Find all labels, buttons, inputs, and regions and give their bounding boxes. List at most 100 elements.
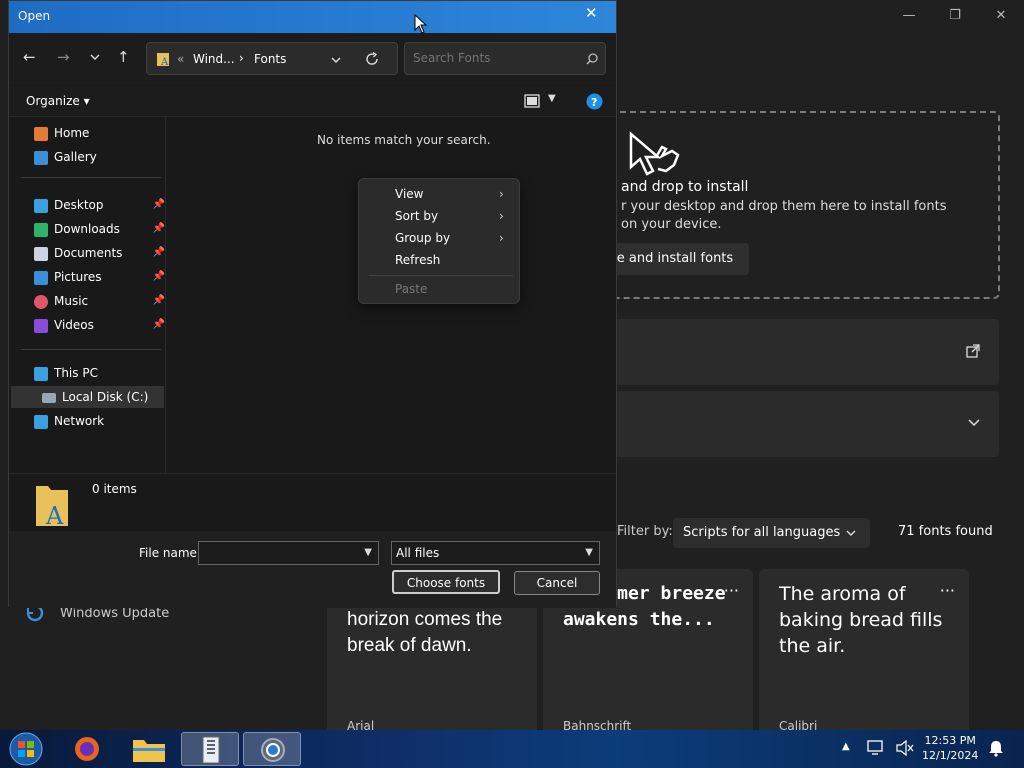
nav-label: Network (54, 414, 105, 428)
nav-label: Desktop (54, 198, 104, 212)
settings-row-expand[interactable] (604, 391, 999, 457)
videos-icon (34, 318, 48, 333)
address-bar[interactable]: A « Wind... › Fonts (146, 42, 398, 75)
help-icon[interactable]: ? (586, 93, 603, 110)
minimize-icon[interactable]: — (886, 4, 932, 28)
search-icon (586, 53, 598, 65)
nav-item-videos[interactable]: Videos 📌 (34, 314, 169, 336)
menu-item-view[interactable]: View › (395, 187, 504, 201)
dialog-titlebar[interactable]: Open ✕ (9, 1, 616, 33)
command-bar: Organize ▾ ▼ ? (9, 86, 616, 117)
up-icon[interactable]: ↑ (117, 48, 130, 66)
nav-label: Documents (54, 246, 123, 260)
clock-time: 12:53 PM (924, 734, 976, 747)
music-icon (34, 294, 48, 309)
menu-item-group-by[interactable]: Group by › (395, 231, 504, 245)
choose-fonts-button[interactable]: Choose fonts (392, 570, 500, 594)
dialog-footer: File name: ▼ All files ▼ Choose fonts Ca… (9, 531, 616, 608)
file-type-select[interactable]: All files ▼ (391, 541, 600, 565)
system-clock[interactable]: 12:53 PM 12/1/2024 (922, 733, 978, 763)
nav-item-local-disk[interactable]: Local Disk (C:) (11, 386, 164, 408)
taskbar: ▲ 12:53 PM 12/1/2024 (0, 730, 1024, 768)
back-icon[interactable]: ← (23, 48, 36, 66)
menu-item-sort-by[interactable]: Sort by › (395, 209, 504, 223)
menu-label: Sort by (395, 209, 439, 223)
nav-item-network[interactable]: Network (34, 410, 169, 432)
taskbar-settings[interactable] (243, 732, 301, 766)
browse-install-button[interactable]: se and install fonts (604, 243, 749, 275)
navigation-bar: ← → ↑ A « Wind... › Fonts (9, 33, 616, 85)
item-count: 0 items (92, 482, 137, 496)
nav-label: Music (54, 294, 89, 308)
svg-text:A: A (45, 502, 64, 528)
view-dropdown-icon[interactable]: ▼ (548, 93, 556, 104)
cancel-button[interactable]: Cancel (514, 571, 600, 595)
close-icon[interactable]: ✕ (978, 4, 1024, 28)
close-icon[interactable]: ✕ (585, 4, 598, 22)
breadcrumb-separator: › (239, 51, 244, 65)
settings-row-link[interactable] (604, 319, 999, 385)
filter-dropdown[interactable]: Scripts for all languages (673, 518, 870, 548)
chevron-down-icon: ▼ (585, 547, 593, 558)
volume-muted-icon[interactable] (896, 740, 914, 756)
nav-label: Home (54, 126, 90, 140)
breadcrumb-parent[interactable]: Wind... (193, 52, 235, 66)
nav-item-home[interactable]: Home (34, 122, 169, 144)
chevron-down-icon (846, 530, 856, 536)
menu-item-paste[interactable]: Paste (395, 282, 427, 296)
font-card[interactable]: The aroma of baking bread fills the air.… (759, 569, 969, 739)
menu-divider (369, 275, 513, 276)
drop-description-2: on your device. (621, 217, 722, 232)
view-options-icon[interactable] (524, 94, 540, 108)
external-link-icon (966, 344, 980, 358)
mouse-cursor-icon (414, 14, 428, 34)
nav-item-this-pc[interactable]: This PC (34, 362, 169, 384)
taskbar-app-active[interactable] (181, 732, 239, 766)
search-box[interactable] (404, 42, 606, 75)
chevron-right-icon: › (499, 209, 504, 223)
chevron-down-icon[interactable]: ▼ (364, 542, 372, 564)
address-history-chevron-icon[interactable] (331, 57, 341, 64)
search-input[interactable] (411, 49, 581, 67)
recent-locations-chevron-icon[interactable] (90, 54, 100, 61)
nav-item-documents[interactable]: Documents 📌 (34, 242, 169, 264)
divider (21, 349, 161, 350)
nav-item-gallery[interactable]: Gallery (34, 146, 169, 168)
filter-value: Scripts for all languages (683, 525, 841, 540)
network-status-icon[interactable] (866, 739, 886, 757)
start-button-icon[interactable] (8, 732, 44, 766)
file-name-field[interactable]: ▼ (198, 541, 379, 565)
refresh-icon[interactable] (365, 52, 379, 66)
context-menu: View › Sort by › Group by › Refresh Paste (358, 178, 520, 304)
organize-button[interactable]: Organize ▾ (26, 94, 90, 108)
show-hidden-icons-icon[interactable]: ▲ (842, 741, 850, 752)
desktop-icon (34, 198, 48, 213)
more-options-icon[interactable]: ··· (940, 581, 955, 600)
taskbar-firefox[interactable] (58, 732, 116, 766)
notification-bell-icon[interactable] (988, 739, 1004, 757)
menu-label: View (395, 187, 424, 201)
pin-icon: 📌 (152, 319, 165, 330)
dialog-title: Open (18, 9, 51, 23)
taskbar-file-explorer[interactable] (120, 732, 178, 766)
firefox-icon (75, 737, 99, 761)
fonts-found-count: 71 fonts found (898, 524, 993, 539)
menu-item-refresh[interactable]: Refresh (395, 253, 440, 267)
nav-item-desktop[interactable]: Desktop 📌 (34, 194, 169, 216)
drop-title: and drop to install (621, 179, 749, 195)
nav-label: Downloads (54, 222, 120, 236)
nav-item-downloads[interactable]: Downloads 📌 (34, 218, 169, 240)
breadcrumb-current[interactable]: Fonts (254, 52, 286, 66)
filter-label: Filter by: (617, 524, 673, 539)
gallery-icon (34, 150, 48, 165)
drive-icon (42, 392, 56, 403)
nav-item-pictures[interactable]: Pictures 📌 (34, 266, 169, 288)
gear-icon (261, 738, 285, 762)
windows-update-link[interactable]: Windows Update (60, 606, 169, 621)
more-options-icon[interactable]: ··· (724, 581, 739, 600)
file-type-value: All files (396, 546, 440, 560)
forward-icon[interactable]: → (57, 48, 70, 66)
nav-item-music[interactable]: Music 📌 (34, 290, 169, 312)
maximize-icon[interactable]: ❐ (932, 4, 978, 28)
breadcrumb-overflow[interactable]: « (177, 52, 184, 66)
